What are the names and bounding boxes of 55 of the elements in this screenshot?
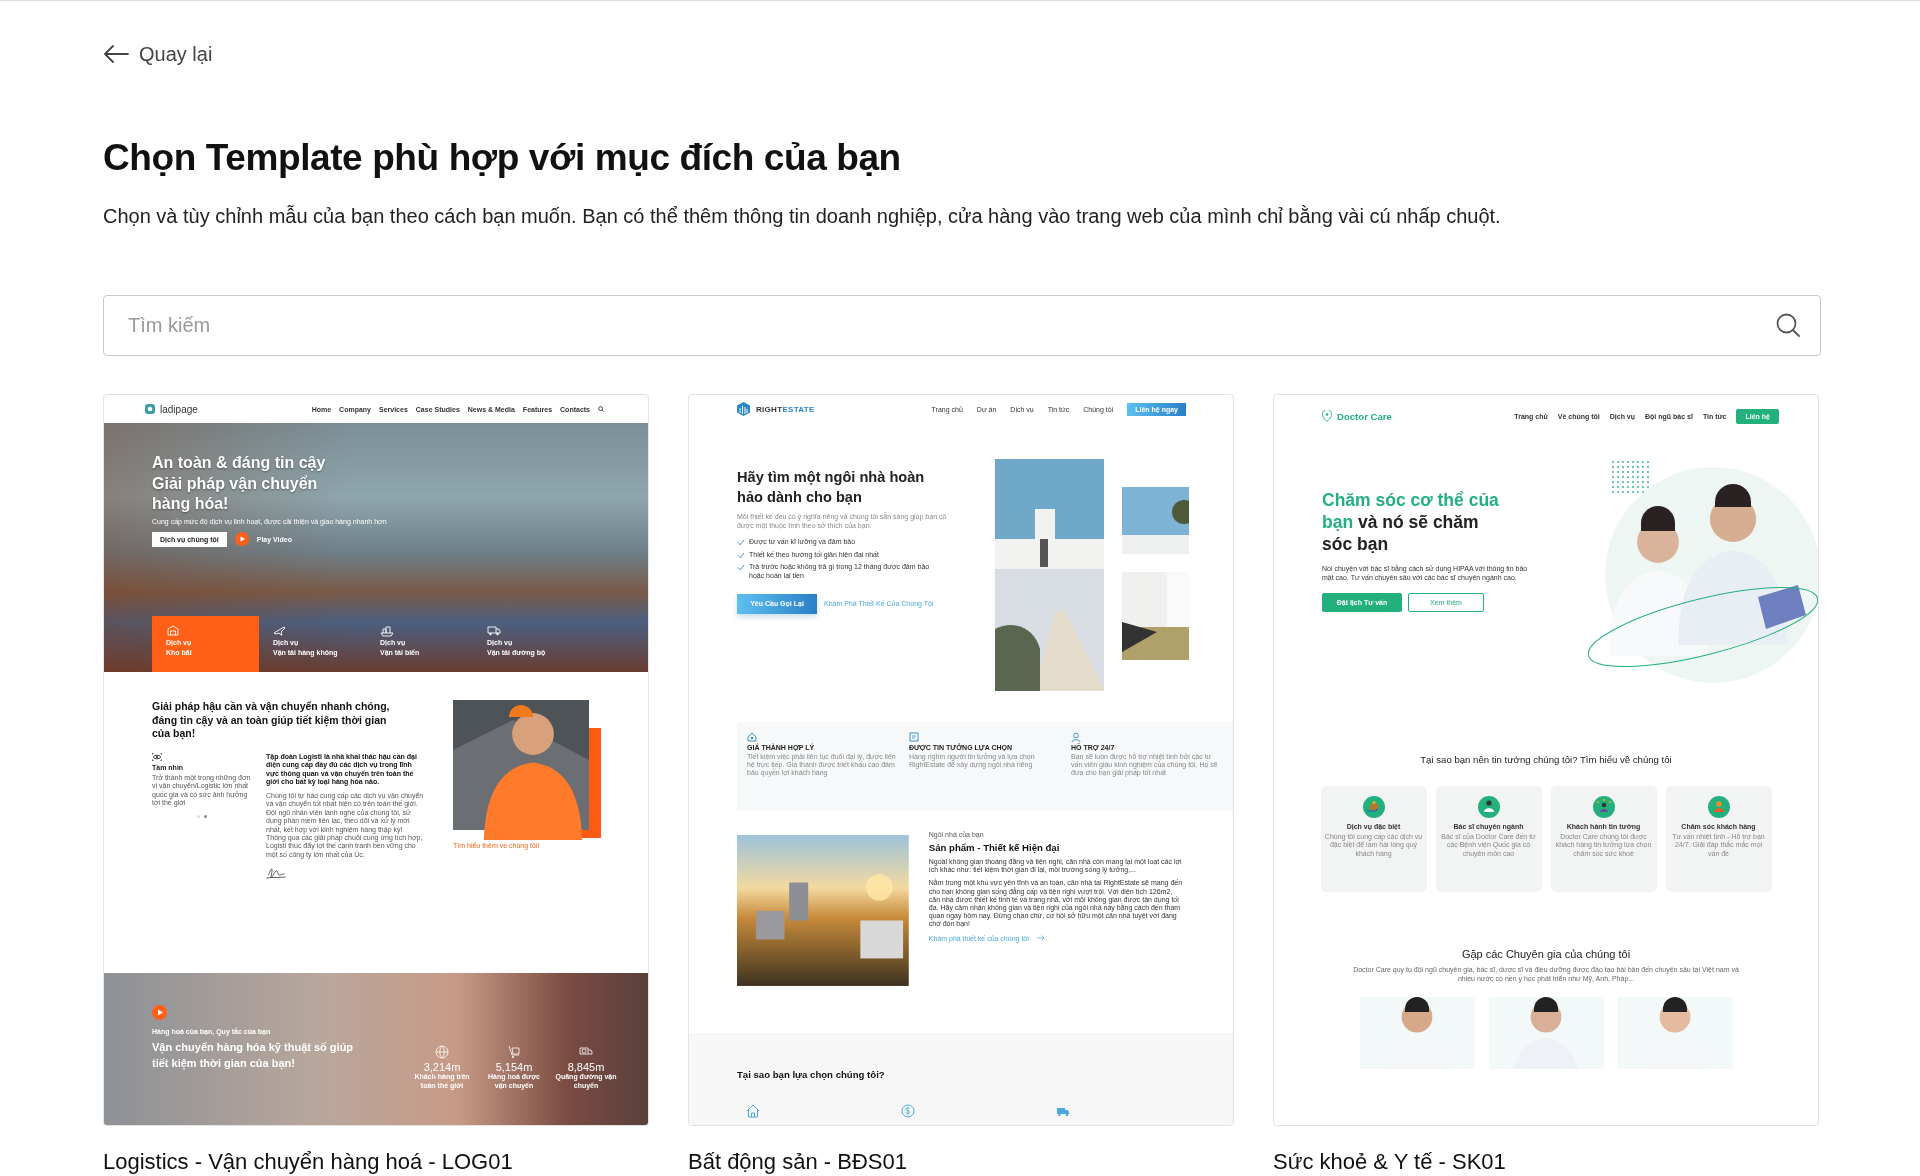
house-icon: [747, 732, 757, 742]
play-icon[interactable]: [234, 532, 249, 546]
search-icon[interactable]: [1775, 312, 1801, 338]
arrow-left-icon: [103, 45, 129, 63]
page-subtitle: Chọn và tùy chỉnh mẫu của bạn theo cách bạn muốn. Bạn có thể thêm thông tin doanh nghiệp, cửa hàng vào trang web của mình chỉ bằng vài cú nhấp chuột.: [103, 204, 1502, 229]
logo-icon: [736, 401, 751, 417]
section-heading: Tại sao bạn lựa chọn chúng tôi?: [737, 1069, 886, 1080]
dollar-icon: [901, 1104, 915, 1118]
template-name[interactable]: Logistics - Vận chuyển hàng hoá - LOG01: [103, 1148, 649, 1176]
gift-icon: [1362, 796, 1385, 818]
brand-name: ladipage: [160, 403, 198, 415]
globe-icon: [435, 1045, 449, 1059]
page-title: Chọn Template phù hợp với mục đích của bạn: [103, 136, 902, 180]
support-agent-icon: [1707, 796, 1730, 818]
template-preview[interactable]: [103, 394, 649, 1126]
house-icon: [746, 1104, 760, 1118]
warehouse-icon: [166, 624, 180, 637]
template-name[interactable]: Bất động sản - BĐS01: [688, 1148, 1234, 1176]
back-link[interactable]: Quay lại: [103, 41, 213, 67]
hero-headline: hàng hóa!: [152, 494, 230, 514]
carousel-dot[interactable]: [197, 814, 200, 818]
stat-value: 5,154m: [495, 1061, 533, 1073]
hero-headline: An toàn & đáng tin cậy: [152, 453, 327, 473]
person-icon: [1071, 732, 1081, 742]
play-icon[interactable]: [152, 1005, 167, 1020]
stat-value: 8,845m: [567, 1061, 605, 1073]
hero-headline: Chăm sóc cơ thể của bạn và nó sẽ chăm sóc bạn: [1322, 489, 1500, 555]
logo-icon: [1322, 410, 1332, 422]
section-heading: Tại sao bạn nên tin tưởng chúng tôi? Tìm hiểu về chúng tôi: [1419, 753, 1673, 767]
template-name[interactable]: Sức khoẻ & Y tế - SK01: [1273, 1148, 1819, 1176]
arrow-right-icon: [1036, 935, 1045, 942]
brand-name: Doctor Care: [1337, 410, 1392, 422]
logo-icon: [144, 403, 156, 415]
doctor-icon: [1477, 796, 1500, 818]
hero-headline: Hãy tìm một ngôi nhà hoàn hảo dành cho bạn: [737, 468, 926, 507]
carousel-dot[interactable]: [204, 814, 207, 818]
banner-headline: Vận chuyển hàng hóa kỹ thuật số giúp tiết kiệm thời gian của bạn!: [152, 1040, 355, 1071]
ship-icon: [380, 624, 394, 637]
eye-icon: [152, 752, 162, 761]
trolley-icon: [507, 1045, 521, 1059]
search-icon[interactable]: [598, 406, 604, 412]
search-field[interactable]: Tìm kiếm: [103, 295, 1821, 356]
section-heading: Gặp các Chuyên gia của chúng tôi: [1461, 948, 1631, 960]
section-heading: Giải pháp hậu cần và vận chuyển nhanh chóng, đáng tin cậy và an toàn giúp tiết kiệm thời gian của bạn!: [152, 700, 391, 741]
plane-icon: [273, 624, 287, 637]
brand-name: RIGHTESTATE: [756, 404, 815, 414]
hero-headline: Giải pháp vận chuyển: [152, 473, 319, 494]
signature-drawing: [266, 867, 286, 880]
photo-placeholder: [1122, 487, 1189, 554]
people-icon: [1592, 796, 1615, 818]
section-heading: Sản phẩm - Thiết kế Hiện đại: [928, 842, 1061, 853]
stat-value: 3,214m: [423, 1061, 461, 1073]
truck-icon: [487, 624, 501, 637]
template-preview[interactable]: [688, 394, 1234, 1126]
document-icon: [909, 732, 919, 742]
